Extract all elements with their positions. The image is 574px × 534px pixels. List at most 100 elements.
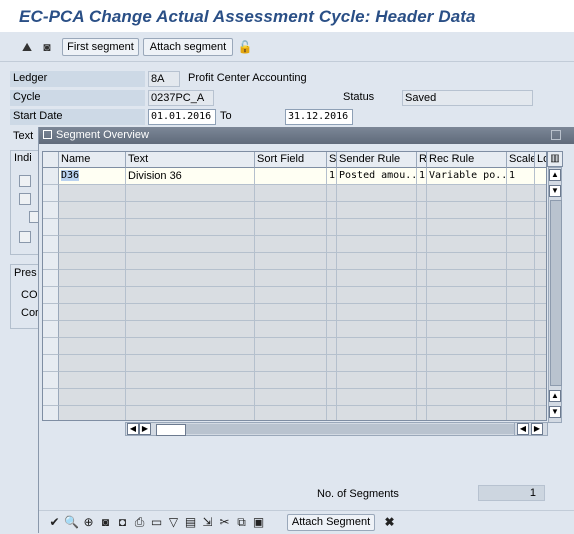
start-date-field[interactable]: 01.01.2016 <box>148 109 216 125</box>
cell-sort-field[interactable] <box>255 406 327 420</box>
cell-r[interactable]: 1 <box>417 168 427 185</box>
cell-lo[interactable] <box>535 185 546 202</box>
cell-rec-rule[interactable] <box>427 253 507 270</box>
cell-scale[interactable] <box>507 389 535 406</box>
cell-s[interactable] <box>327 321 337 338</box>
cell-rec-rule[interactable] <box>427 185 507 202</box>
copy-icon[interactable]: ⧉ <box>234 514 249 530</box>
cell-r[interactable] <box>417 236 427 253</box>
scroll-right-icon[interactable]: ▶ <box>531 423 543 435</box>
cell-rec-rule[interactable] <box>427 406 507 420</box>
cell-scale[interactable] <box>507 321 535 338</box>
row-selector[interactable] <box>43 185 59 202</box>
column-header-sender-rule[interactable]: Sender Rule <box>337 152 417 168</box>
maximize-icon[interactable] <box>551 130 561 140</box>
cell-scale[interactable] <box>507 406 535 420</box>
cell-scale[interactable] <box>507 355 535 372</box>
cell-lo[interactable] <box>535 338 546 355</box>
cell-name[interactable] <box>59 389 126 406</box>
cell-r[interactable] <box>417 406 427 420</box>
row-selector[interactable] <box>43 236 59 253</box>
find-next-icon[interactable]: ◘ <box>115 514 130 530</box>
cell-name[interactable] <box>59 185 126 202</box>
cell-scale[interactable] <box>507 304 535 321</box>
row-selector[interactable] <box>43 202 59 219</box>
cell-s[interactable] <box>327 270 337 287</box>
cell-s[interactable] <box>327 389 337 406</box>
row-selector[interactable] <box>43 168 59 185</box>
column-header-scale[interactable]: Scale <box>507 152 535 168</box>
column-header-sort-field[interactable]: Sort Field <box>255 152 327 168</box>
cell-sort-field[interactable] <box>255 219 327 236</box>
scroll-page-up-icon[interactable]: ▲ <box>549 390 561 402</box>
cell-scale[interactable] <box>507 219 535 236</box>
cell-name[interactable] <box>59 406 126 420</box>
cell-name[interactable] <box>59 253 126 270</box>
cell-sender-rule[interactable] <box>337 185 417 202</box>
cut-icon[interactable]: ✂ <box>217 514 232 530</box>
cell-sort-field[interactable] <box>255 202 327 219</box>
table-row[interactable] <box>43 185 546 202</box>
cell-name[interactable] <box>59 355 126 372</box>
cell-scale[interactable]: 1 <box>507 168 535 185</box>
cell-rec-rule[interactable] <box>427 355 507 372</box>
cell-s[interactable] <box>327 406 337 420</box>
cell-scale[interactable] <box>507 338 535 355</box>
cell-scale[interactable] <box>507 270 535 287</box>
column-header-rec-rule[interactable]: Rec Rule <box>427 152 507 168</box>
select-all-corner[interactable] <box>43 152 59 168</box>
scroll-down-icon[interactable]: ▼ <box>549 185 561 197</box>
details-icon[interactable]: ▤ <box>183 514 198 530</box>
scroll-left-icon[interactable]: ◀ <box>517 423 529 435</box>
cell-r[interactable] <box>417 304 427 321</box>
filter-icon[interactable]: ▽ <box>166 514 181 530</box>
cell-name[interactable] <box>59 270 126 287</box>
attach-segment-button[interactable]: Attach segment <box>143 38 233 56</box>
scroll-up-icon[interactable]: ▲ <box>549 169 561 181</box>
scroll-left-icon[interactable]: ◀ <box>127 423 139 435</box>
cell-sender-rule[interactable] <box>337 372 417 389</box>
cancel-icon[interactable]: ✖ <box>382 514 397 530</box>
cell-lo[interactable] <box>535 202 546 219</box>
window-menu-icon[interactable] <box>43 130 52 139</box>
cell-r[interactable] <box>417 185 427 202</box>
horizontal-scrollbar[interactable]: ◀ ▶ <box>125 422 545 436</box>
cell-sender-rule[interactable] <box>337 236 417 253</box>
cell-rec-rule[interactable] <box>427 236 507 253</box>
cell-rec-rule[interactable] <box>427 338 507 355</box>
horizontal-scrollbar-right[interactable]: ◀ ▶ <box>514 422 548 436</box>
cell-lo[interactable] <box>535 253 546 270</box>
row-selector[interactable] <box>43 372 59 389</box>
cell-text[interactable] <box>126 236 255 253</box>
cell-text[interactable] <box>126 372 255 389</box>
check-icon[interactable]: ✔ <box>47 514 62 530</box>
table-row[interactable] <box>43 321 546 338</box>
cell-sender-rule[interactable] <box>337 338 417 355</box>
cell-name[interactable] <box>59 236 126 253</box>
row-selector[interactable] <box>43 389 59 406</box>
print-icon[interactable]: ▭ <box>149 514 164 530</box>
scroll-thumb[interactable] <box>156 424 186 436</box>
cell-sender-rule[interactable] <box>337 304 417 321</box>
lock-icon[interactable]: 🔓 <box>236 38 254 56</box>
table-row[interactable] <box>43 287 546 304</box>
cell-rec-rule[interactable] <box>427 389 507 406</box>
cell-sort-field[interactable] <box>255 168 327 185</box>
cell-scale[interactable] <box>507 202 535 219</box>
cell-sort-field[interactable] <box>255 270 327 287</box>
cell-scale[interactable] <box>507 372 535 389</box>
scroll-thumb[interactable] <box>550 200 562 386</box>
cell-sender-rule[interactable] <box>337 355 417 372</box>
cell-text[interactable] <box>126 219 255 236</box>
table-row[interactable] <box>43 202 546 219</box>
cell-scale[interactable] <box>507 185 535 202</box>
cell-r[interactable] <box>417 202 427 219</box>
cell-text[interactable] <box>126 389 255 406</box>
cell-r[interactable] <box>417 338 427 355</box>
cell-lo[interactable] <box>535 406 546 420</box>
cell-text[interactable] <box>126 338 255 355</box>
cell-scale[interactable] <box>507 253 535 270</box>
checkbox[interactable] <box>19 231 31 243</box>
cell-sort-field[interactable] <box>255 355 327 372</box>
cell-lo[interactable] <box>535 389 546 406</box>
